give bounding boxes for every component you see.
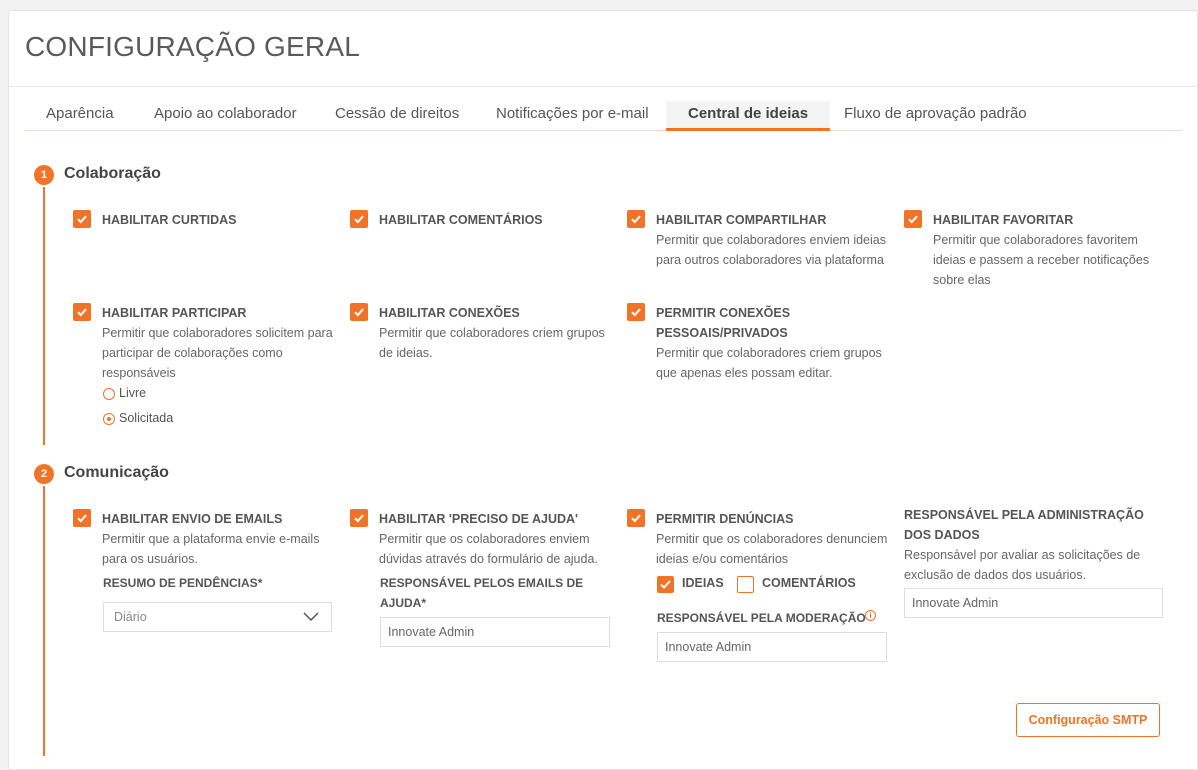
checkbox-compartilhar[interactable] <box>627 210 645 228</box>
option-description: Permitir que os colaboradores denunciem … <box>656 532 888 566</box>
step-number-2: 2 <box>34 464 54 484</box>
tab-bar: Aparência Apoio ao colaborador Cessão de… <box>24 101 1182 131</box>
tab-fluxo-aprovacao[interactable]: Fluxo de aprovação padrão <box>844 105 1027 122</box>
checkbox-label: IDEIAS <box>682 576 724 590</box>
responsavel-admin-dados-label: RESPONSÁVEL PELA ADMINISTRAÇÃO DOS DADOS <box>904 508 1144 542</box>
tab-central-ideias[interactable]: Central de ideias <box>666 101 831 131</box>
tab-aparencia[interactable]: Aparência <box>46 105 114 122</box>
option-description: Permitir que colaboradores solicitem par… <box>102 326 333 380</box>
responsavel-admin-dados-input[interactable] <box>904 588 1163 618</box>
responsavel-moderacao-label: RESPONSÁVEL PELA MODERAÇÃO <box>657 611 866 625</box>
settings-card: CONFIGURAÇÃO GERAL Aparência Apoio ao co… <box>8 10 1198 770</box>
info-icon[interactable]: i <box>865 610 876 621</box>
option-label: PERMITIR CONEXÕES PESSOAIS/PRIVADOS <box>656 306 791 340</box>
option-description: Permitir que os colaboradores enviem dúv… <box>379 532 598 566</box>
tab-cessao-direitos[interactable]: Cessão de direitos <box>335 105 459 122</box>
section-title-colaboracao: Colaboração <box>64 165 161 182</box>
option-label: HABILITAR COMENTÁRIOS <box>379 213 543 227</box>
checkbox-conexoes-privadas[interactable] <box>627 303 645 321</box>
resumo-pendencias-label: RESUMO DE PENDÊNCIAS* <box>103 576 263 590</box>
title-divider <box>9 86 1197 87</box>
chevron-down-icon <box>303 612 319 622</box>
option-label: HABILITAR CONEXÕES <box>379 306 520 320</box>
checkbox-denuncia-comentarios[interactable] <box>737 576 754 593</box>
responsavel-moderacao-input[interactable] <box>657 632 887 662</box>
checkbox-envio-emails[interactable] <box>73 509 91 527</box>
checkbox-label: COMENTÁRIOS <box>762 576 856 590</box>
resumo-pendencias-select[interactable]: Diário <box>103 602 332 632</box>
checkbox-comentarios[interactable] <box>350 210 368 228</box>
checkbox-conexoes[interactable] <box>350 303 368 321</box>
checkbox-denuncias[interactable] <box>627 509 645 527</box>
option-description: Permitir que colaboradores criem grupos … <box>379 326 605 360</box>
option-label: HABILITAR CURTIDAS <box>102 213 237 227</box>
tab-notificacoes-email[interactable]: Notificações por e-mail <box>496 105 649 122</box>
page-title: CONFIGURAÇÃO GERAL <box>25 31 360 62</box>
radio-dot[interactable] <box>103 388 115 400</box>
option-description: Permitir que colaboradores criem grupos … <box>656 346 882 380</box>
checkbox-denuncia-ideias[interactable] <box>657 576 674 593</box>
radio-label: Livre <box>119 386 147 400</box>
option-label: HABILITAR 'PRECISO DE AJUDA' <box>379 512 579 526</box>
option-label: HABILITAR COMPARTILHAR <box>656 213 827 227</box>
option-description: Permitir que colaboradores enviem ideias… <box>656 233 886 267</box>
responsavel-ajuda-label: RESPONSÁVEL PELOS EMAILS DE AJUDA* <box>380 576 584 610</box>
section-title-comunicacao: Comunicação <box>64 464 169 481</box>
option-label: HABILITAR PARTICIPAR <box>102 306 247 320</box>
radio-label: Solicitada <box>119 411 174 425</box>
tab-apoio-colaborador[interactable]: Apoio ao colaborador <box>154 105 297 122</box>
step-number-1: 1 <box>34 165 54 185</box>
option-description: Permitir que colaboradores favoritem ide… <box>933 233 1150 287</box>
option-label: PERMITIR DENÚNCIAS <box>656 512 794 526</box>
option-label: HABILITAR ENVIO DE EMAILS <box>102 512 283 526</box>
option-description: Permitir que a plataforma envie e-mails … <box>102 532 320 566</box>
checkbox-participar[interactable] <box>73 303 91 321</box>
responsavel-ajuda-input[interactable] <box>380 617 610 647</box>
checkbox-preciso-ajuda[interactable] <box>350 509 368 527</box>
option-label: HABILITAR FAVORITAR <box>933 213 1074 227</box>
smtp-config-button[interactable]: Configuração SMTP <box>1016 703 1160 737</box>
checkbox-curtidas[interactable] <box>73 210 91 228</box>
responsavel-admin-dados-description: Responsável por avaliar as solicitações … <box>904 548 1141 582</box>
checkbox-favoritar[interactable] <box>904 210 922 228</box>
step-line-1 <box>43 187 45 445</box>
radio-dot[interactable] <box>103 413 115 425</box>
select-value: Diário <box>114 610 147 624</box>
step-line-2 <box>43 486 45 756</box>
